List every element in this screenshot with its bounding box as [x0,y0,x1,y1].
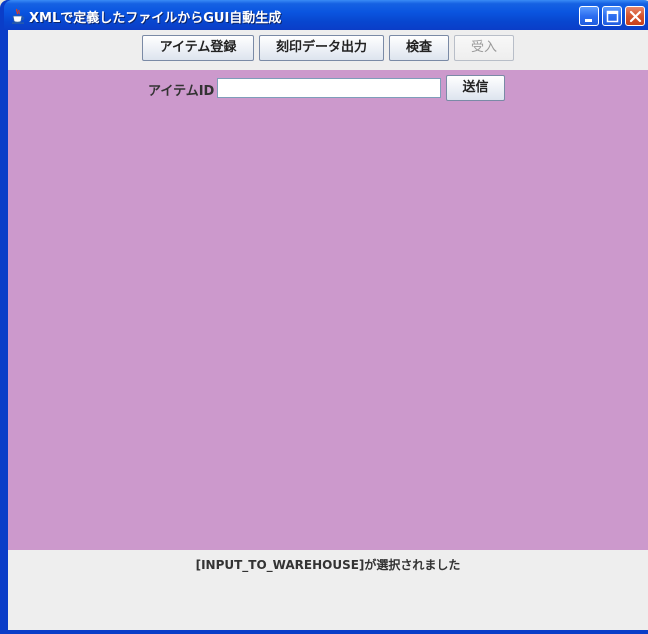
status-area: [INPUT_TO_WAREHOUSE]が選択されました [8,550,648,630]
app-window: XMLで定義したファイルからGUI自動生成 アイテム登録 刻印データ出力 検査 … [0,0,648,634]
menu-toolbar: アイテム登録 刻印データ出力 検査 受入 [8,30,648,70]
title-bar[interactable]: XMLで定義したファイルからGUI自動生成 [4,0,648,30]
window-title: XMLで定義したファイルからGUI自動生成 [29,11,282,26]
engraving-data-output-button[interactable]: 刻印データ出力 [259,35,384,61]
java-cup-icon [11,8,25,24]
send-button[interactable]: 送信 [446,75,505,101]
input-panel: アイテムID 送信 [8,70,648,550]
item-id-label: アイテムID [148,84,215,99]
maximize-button[interactable] [602,6,622,26]
item-register-button[interactable]: アイテム登録 [142,35,254,61]
status-message: [INPUT_TO_WAREHOUSE]が選択されました [195,558,461,572]
receiving-button[interactable]: 受入 [454,35,514,61]
inspection-button[interactable]: 検査 [389,35,449,61]
item-id-input[interactable] [217,78,441,98]
minimize-button[interactable] [579,6,599,26]
client-area: アイテム登録 刻印データ出力 検査 受入 アイテムID 送信 [INPUT_TO… [8,30,648,630]
close-button[interactable] [625,6,645,26]
